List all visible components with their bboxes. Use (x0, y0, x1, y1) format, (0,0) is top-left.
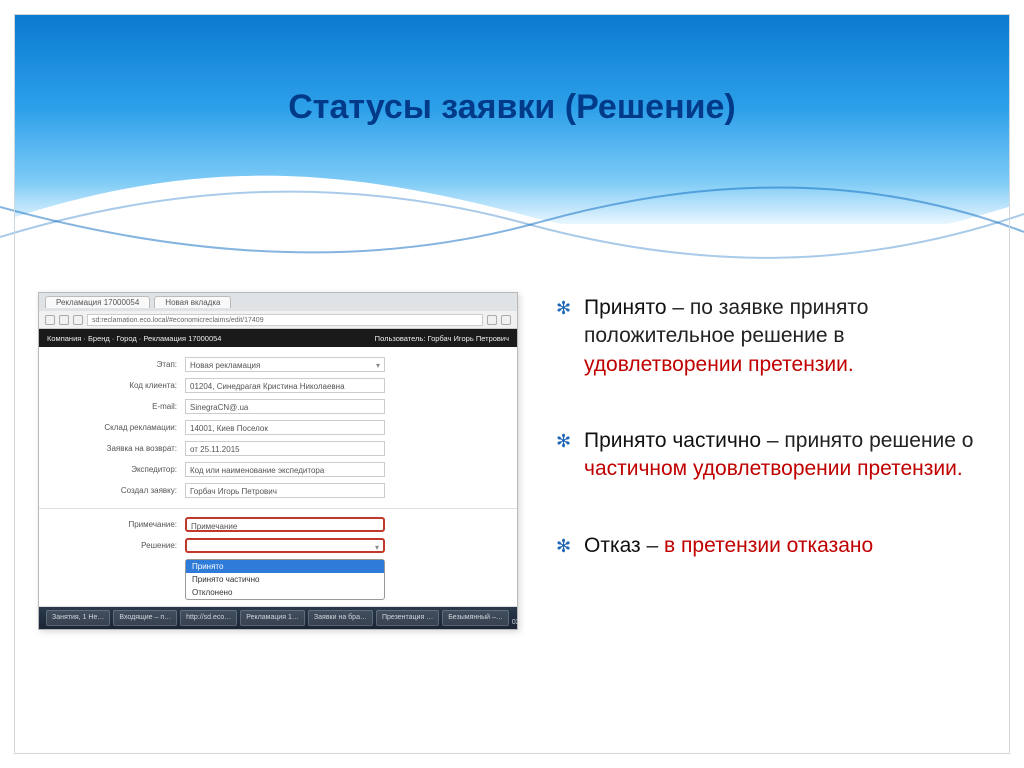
windows-taskbar: Занятия, 1 Не… Входящие – п… http://sd.e… (39, 607, 517, 629)
stage-select[interactable]: Новая рекламация (185, 357, 385, 372)
reload-icon[interactable] (73, 315, 83, 325)
taskbar-item[interactable]: Презентация … (376, 610, 439, 626)
app-header: Компания · Бренд · Город · Рекламация 17… (39, 329, 517, 347)
breadcrumb: Компания · Бренд · Город · Рекламация 17… (47, 334, 221, 343)
creator-input[interactable]: Горбач Игорь Петрович (185, 483, 385, 498)
taskbar-item[interactable]: Заявки на бра… (308, 610, 373, 626)
address-bar-row: sd:reclamation.eco.local/#economicreclai… (39, 311, 517, 329)
decision-dropdown[interactable]: Принято Принято частично Отклонено (185, 559, 385, 600)
back-icon[interactable] (45, 315, 55, 325)
taskbar-item[interactable]: Входящие – п… (113, 610, 177, 626)
dropdown-option[interactable]: Принято частично (186, 573, 384, 586)
email-input[interactable]: SinegraCN@.ua (185, 399, 385, 414)
client-input[interactable]: 01204, Синедрагая Кристина Николаевна (185, 378, 385, 393)
taskbar-item[interactable]: Занятия, 1 Не… (46, 610, 110, 626)
clock-time: 14:04 (512, 609, 518, 618)
return-date-input[interactable]: от 25.11.2015 (185, 441, 385, 456)
bullet-item: Принято частично – принято решение о час… (556, 427, 976, 484)
bullet-list: Принято – по заявке принято положительно… (556, 294, 976, 608)
field-label: Склад рекламации: (57, 423, 177, 432)
dropdown-option[interactable]: Принято (186, 560, 384, 573)
address-input[interactable]: sd:reclamation.eco.local/#economicreclai… (87, 314, 483, 326)
slide-title: Статусы заявки (Решение) (0, 88, 1024, 127)
taskbar-item[interactable]: http://sd.eco… (180, 610, 237, 626)
forwarder-input[interactable]: Код или наименование экспедитора (185, 462, 385, 477)
field-label: Код клиента: (57, 381, 177, 390)
bullet-highlight: удовлетворении претензии. (584, 353, 854, 376)
bullet-highlight: в претензии отказано (664, 534, 873, 557)
field-label: E-mail: (57, 402, 177, 411)
form-section-decision: Примечание: Примечание Решение: Принято П… (39, 508, 517, 606)
field-label: Примечание: (57, 520, 177, 529)
bullet-term: Отказ (584, 534, 641, 557)
bullet-item: Отказ – в претензии отказано (556, 532, 976, 560)
decision-select[interactable] (185, 538, 385, 553)
warehouse-input[interactable]: 14001, Киев Поселок (185, 420, 385, 435)
embedded-screenshot: Рекламация 17000054 Новая вкладка sd:rec… (38, 292, 518, 630)
bullet-term: Принято (584, 296, 667, 319)
field-label: Этап: (57, 360, 177, 369)
note-input[interactable]: Примечание (185, 517, 385, 532)
star-icon[interactable] (487, 315, 497, 325)
browser-tab[interactable]: Новая вкладка (154, 296, 231, 308)
field-label: Заявка на возврат: (57, 444, 177, 453)
bullet-item: Принято – по заявке принято положительно… (556, 294, 976, 379)
menu-icon[interactable] (501, 315, 511, 325)
field-label: Экспедитор: (57, 465, 177, 474)
dropdown-option[interactable]: Отклонено (186, 586, 384, 599)
browser-tabs: Рекламация 17000054 Новая вкладка (39, 293, 517, 311)
taskbar-item[interactable]: Безымянный –… (442, 610, 509, 626)
user-label: Пользователь: Горбач Игорь Петрович (375, 334, 509, 343)
system-tray[interactable]: 14:04 02.12.2015 (512, 609, 518, 627)
bullet-highlight: частичном удовлетворении претензии. (584, 457, 963, 480)
browser-tab[interactable]: Рекламация 17000054 (45, 296, 150, 308)
clock-date: 02.12.2015 (512, 618, 518, 627)
field-label: Создал заявку: (57, 486, 177, 495)
field-label: Решение: (57, 541, 177, 550)
form-section-main: Этап: Новая рекламация Код клиента: 01204,… (39, 347, 517, 508)
forward-icon[interactable] (59, 315, 69, 325)
bullet-term: Принято частично (584, 429, 761, 452)
taskbar-item[interactable]: Рекламация 1… (240, 610, 305, 626)
